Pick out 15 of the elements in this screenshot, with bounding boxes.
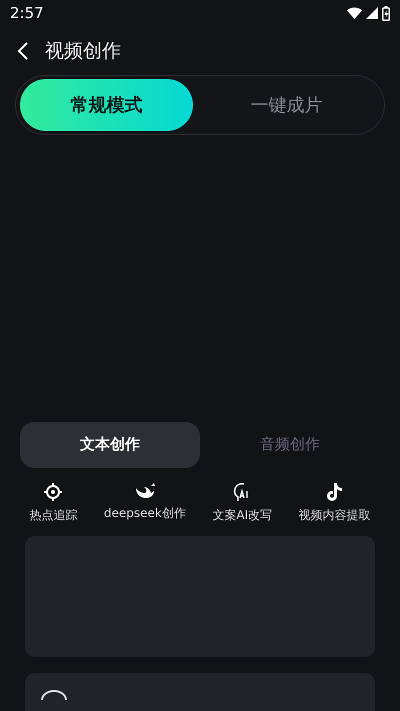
battery-icon <box>382 6 390 21</box>
tool-button[interactable]: 热点追踪 <box>29 482 78 524</box>
back-icon[interactable] <box>17 40 29 61</box>
tool-button[interactable]: 视频内容提取 <box>298 482 371 524</box>
page-title: 视频创作 <box>45 38 121 64</box>
mode-tab[interactable]: 常规模式 <box>20 79 193 132</box>
tool-button[interactable]: 文案AI改写 <box>212 482 272 524</box>
crosshair-icon <box>43 482 64 502</box>
signal-icon <box>366 7 378 20</box>
creation-tab[interactable]: 文本创作 <box>20 422 200 468</box>
tool-button[interactable]: deepseek创作 <box>104 482 186 524</box>
wifi-icon <box>347 7 362 20</box>
music-note-icon <box>326 482 344 502</box>
mode-tab[interactable]: 一键成片 <box>193 79 380 132</box>
status-time: 2:57 <box>10 4 44 22</box>
